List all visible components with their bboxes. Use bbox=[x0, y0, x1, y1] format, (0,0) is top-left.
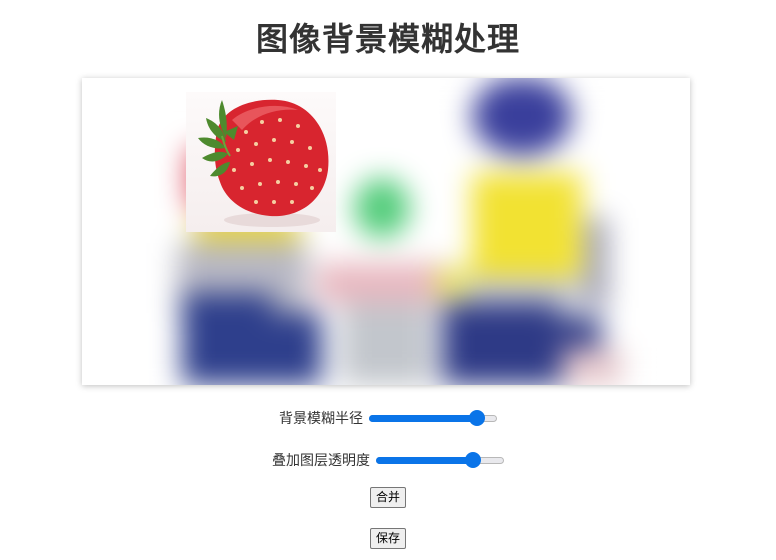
merge-button[interactable]: 合并 bbox=[369, 487, 406, 508]
image-canvas[interactable] bbox=[82, 78, 690, 385]
page-title: 图像背景模糊处理 bbox=[255, 20, 520, 58]
slider-thumb[interactable] bbox=[468, 410, 485, 426]
slider-thumb[interactable] bbox=[465, 452, 482, 468]
layer-opacity-slider[interactable] bbox=[376, 452, 504, 468]
blur-radius-label: 背景模糊半径 bbox=[279, 411, 363, 427]
save-button[interactable]: 保存 bbox=[369, 528, 406, 549]
slider-fill bbox=[369, 415, 477, 422]
strawberry-icon bbox=[198, 99, 329, 227]
layer-opacity-label: 叠加图层透明度 bbox=[272, 453, 370, 469]
slider-fill bbox=[376, 457, 474, 464]
strawberry-sticker-image[interactable] bbox=[186, 92, 336, 232]
save-row: 保存 bbox=[0, 528, 776, 549]
layer-opacity-row: 叠加图层透明度 bbox=[0, 450, 776, 470]
blurred-background-image bbox=[82, 78, 690, 385]
blur-radius-row: 背景模糊半径 bbox=[0, 408, 776, 428]
merge-row: 合并 bbox=[0, 487, 776, 508]
blur-radius-slider[interactable] bbox=[369, 410, 497, 426]
